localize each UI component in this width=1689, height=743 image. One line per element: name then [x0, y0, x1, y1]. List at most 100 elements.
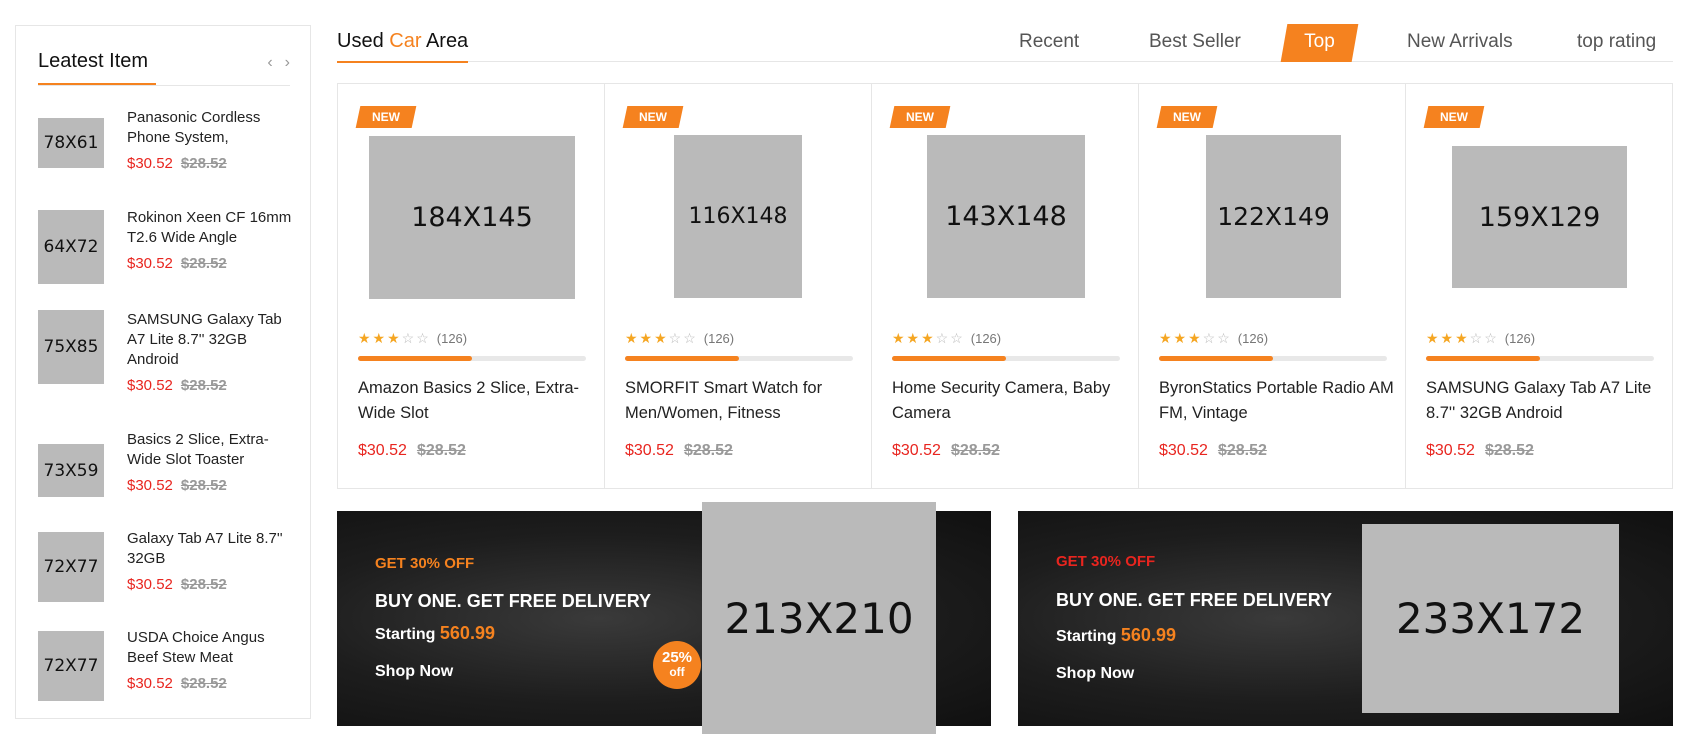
product-thumbnail[interactable]: 75X85	[38, 310, 104, 384]
chevron-right-icon[interactable]: ›	[285, 54, 290, 72]
banner-headline: BUY ONE. GET FREE DELIVERY	[375, 591, 652, 611]
product-thumbnail[interactable]: 73X59	[38, 444, 104, 497]
starting-price: Starting 560.99	[375, 623, 495, 644]
product-price: $30.52 $28.52	[892, 442, 1010, 460]
tab-new-arrivals[interactable]: New Arrivals	[1407, 31, 1513, 53]
product-card[interactable]: NEW 159X129 ★★★☆☆ (126) SAMSUNG Galaxy Ta…	[1406, 84, 1672, 488]
section-tabs: Recent Best Seller Top New Arrivals top …	[337, 24, 1673, 62]
latest-items-header: Leatest Item ‹ ›	[38, 26, 290, 86]
shop-now-link[interactable]: Shop Now	[375, 663, 453, 681]
latest-item-price: $30.52 $28.52	[127, 477, 235, 494]
star-empty-icon: ☆☆	[1202, 330, 1232, 346]
progress-fill	[892, 356, 1006, 361]
latest-item-name[interactable]: Basics 2 Slice, Extra-Wide Slot Toaster	[127, 430, 292, 470]
new-badge: NEW	[622, 106, 684, 128]
original-price: $28.52	[416, 442, 466, 459]
tab-recent[interactable]: Recent	[1019, 31, 1079, 53]
banner-image: 233X172	[1362, 524, 1619, 713]
shop-now-link[interactable]: Shop Now	[1056, 665, 1134, 683]
product-grid: NEW 184X145 ★★★☆☆ (126) Amazon Basics 2 S…	[337, 83, 1673, 489]
starting-price: Starting 560.99	[1056, 625, 1176, 646]
star-icon: ★★★	[892, 330, 936, 346]
tab-label: Top	[1304, 31, 1335, 52]
offer-text: GET 30% OFF	[1056, 553, 1156, 570]
latest-items-title: Leatest Item	[38, 50, 156, 85]
new-badge: NEW	[1156, 106, 1218, 128]
product-price: $30.52 $28.52	[1426, 442, 1544, 460]
tab-label: Best Seller	[1149, 31, 1241, 52]
new-badge-label: NEW	[906, 110, 934, 124]
latest-item-name[interactable]: USDA Choice Angus Beef Stew Meat	[127, 628, 292, 668]
product-name[interactable]: ByronStatics Portable Radio AM FM, Vinta…	[1159, 376, 1394, 426]
sale-price: $30.52	[127, 155, 173, 172]
review-count: (126)	[436, 331, 468, 346]
product-card[interactable]: NEW 116X148 ★★★☆☆ (126) SMORFIT Smart Wat…	[605, 84, 872, 488]
tab-top-rating[interactable]: top rating	[1577, 31, 1656, 53]
star-icon: ★★★	[358, 330, 402, 346]
latest-item-name[interactable]: Galaxy Tab A7 Lite 8.7'' 32GB	[127, 529, 292, 569]
tab-label: top rating	[1577, 31, 1657, 52]
sold-progress-bar	[1426, 356, 1654, 361]
original-price: $28.52	[180, 155, 227, 172]
latest-item-name[interactable]: Panasonic Cordless Phone System,	[127, 108, 292, 148]
star-empty-icon: ☆☆	[401, 330, 431, 346]
sale-price: $30.52	[127, 675, 173, 692]
new-badge-label: NEW	[1440, 110, 1468, 124]
progress-fill	[1426, 356, 1540, 361]
progress-fill	[1159, 356, 1273, 361]
product-thumbnail[interactable]: 78X61	[38, 118, 104, 168]
review-count: (126)	[970, 331, 1002, 346]
promo-banner[interactable]: GET 30% OFF BUY ONE. GET FREE DELIVERY S…	[337, 502, 991, 734]
original-price: $28.52	[180, 477, 227, 494]
sale-price: $30.52	[1159, 442, 1208, 459]
product-name[interactable]: SMORFIT Smart Watch for Men/Women, Fitne…	[625, 376, 860, 426]
product-name[interactable]: Home Security Camera, Baby Camera	[892, 376, 1127, 426]
product-card[interactable]: NEW 143X148 ★★★☆☆ (126) Home Security Cam…	[872, 84, 1139, 488]
original-price: $28.52	[1217, 442, 1267, 459]
rating-stars: ★★★☆☆ (126)	[625, 330, 734, 347]
product-image[interactable]: 122X149	[1206, 135, 1341, 298]
tab-top[interactable]: Top	[1280, 24, 1358, 62]
promo-banner[interactable]: GET 30% OFF BUY ONE. GET FREE DELIVERY S…	[1018, 511, 1673, 726]
product-image[interactable]: 184X145	[369, 136, 575, 299]
product-image[interactable]: 159X129	[1452, 146, 1627, 288]
sale-price: $30.52	[127, 255, 173, 272]
product-card[interactable]: NEW 184X145 ★★★☆☆ (126) Amazon Basics 2 S…	[338, 84, 605, 488]
product-name[interactable]: Amazon Basics 2 Slice, Extra-Wide Slot	[358, 376, 593, 426]
progress-fill	[625, 356, 739, 361]
product-image[interactable]: 116X148	[674, 135, 802, 298]
original-price: $28.52	[180, 255, 227, 272]
review-count: (126)	[1504, 331, 1536, 346]
latest-items-panel: Leatest Item ‹ › 78X61 Panasonic Cordles…	[15, 25, 311, 719]
star-empty-icon: ☆☆	[1469, 330, 1499, 346]
latest-item-price: $30.52 $28.52	[127, 576, 235, 593]
product-card[interactable]: NEW 122X149 ★★★☆☆ (126) ByronStatics Port…	[1139, 84, 1406, 488]
latest-item-name[interactable]: Rokinon Xeen CF 16mm T2.6 Wide Angle	[127, 208, 292, 248]
product-name[interactable]: SAMSUNG Galaxy Tab A7 Lite 8.7'' 32GB An…	[1426, 376, 1661, 426]
product-thumbnail[interactable]: 64X72	[38, 210, 104, 284]
review-count: (126)	[703, 331, 735, 346]
starting-label: Starting	[375, 626, 436, 643]
tab-label: Recent	[1019, 31, 1080, 52]
tab-best-seller[interactable]: Best Seller	[1149, 31, 1241, 53]
original-price: $28.52	[950, 442, 1000, 459]
chevron-left-icon[interactable]: ‹	[267, 54, 272, 72]
latest-item-price: $30.52 $28.52	[127, 155, 235, 172]
product-thumbnail[interactable]: 72X77	[38, 631, 104, 701]
starting-price-value: 560.99	[1120, 625, 1176, 645]
sold-progress-bar	[358, 356, 586, 361]
product-thumbnail[interactable]: 72X77	[38, 532, 104, 602]
original-price: $28.52	[180, 576, 227, 593]
original-price: $28.52	[683, 442, 733, 459]
new-badge-label: NEW	[1173, 110, 1201, 124]
product-image[interactable]: 143X148	[927, 135, 1085, 298]
tab-label: New Arrivals	[1407, 31, 1513, 52]
latest-item-price: $30.52 $28.52	[127, 255, 235, 272]
section-header: Used Car Area Recent Best Seller Top New…	[337, 24, 1673, 63]
new-badge: NEW	[355, 106, 417, 128]
latest-item-name[interactable]: SAMSUNG Galaxy Tab A7 Lite 8.7'' 32GB An…	[127, 310, 292, 370]
rating-stars: ★★★☆☆ (126)	[1426, 330, 1535, 347]
product-price: $30.52 $28.52	[1159, 442, 1277, 460]
sale-price: $30.52	[127, 576, 173, 593]
sold-progress-bar	[625, 356, 853, 361]
